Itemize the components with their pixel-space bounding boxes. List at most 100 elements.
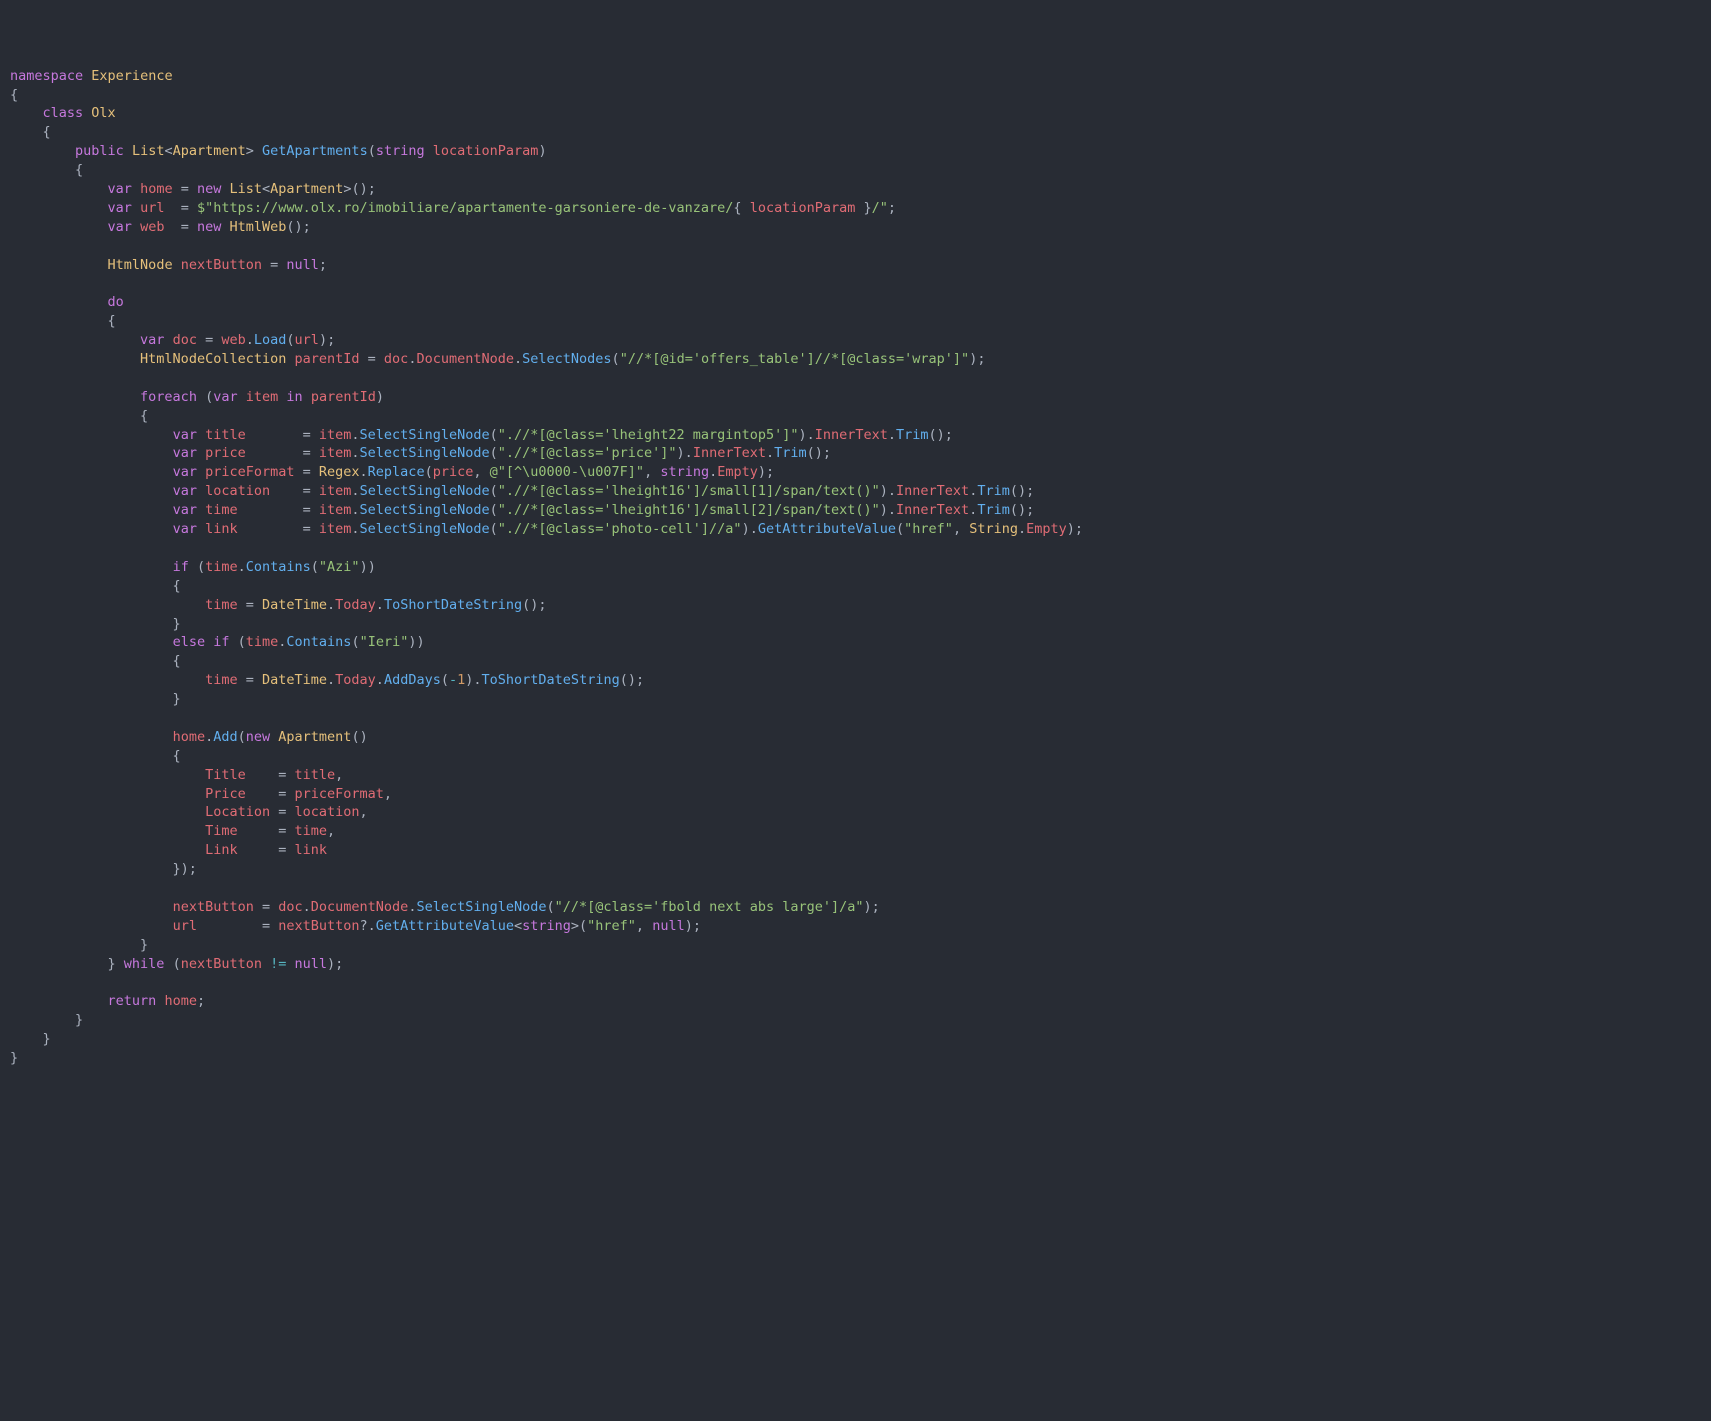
token-p: ();	[1010, 502, 1034, 518]
code-line: Title = title,	[10, 766, 1701, 785]
token-p: =	[197, 918, 278, 934]
token-p	[197, 464, 205, 480]
token-type: Apartment	[270, 181, 343, 197]
token-p: =	[246, 427, 319, 443]
token-kw: var	[108, 200, 132, 216]
token-p: {	[10, 162, 83, 178]
token-p: {	[10, 408, 148, 424]
token-p: });	[10, 861, 197, 877]
token-var: link	[295, 842, 328, 858]
token-var: link	[205, 521, 238, 537]
token-fn: SelectSingleNode	[416, 899, 546, 915]
token-p	[124, 143, 132, 159]
token-p: ,	[953, 521, 969, 537]
token-p: ,	[636, 918, 652, 934]
code-line	[10, 879, 1701, 898]
token-p: ;	[319, 257, 327, 273]
token-kw: var	[173, 464, 197, 480]
token-kw: var	[213, 389, 237, 405]
code-line: {	[10, 577, 1701, 596]
token-kw: class	[43, 105, 84, 121]
token-p: ).	[677, 445, 693, 461]
token-p	[286, 351, 294, 367]
token-fn: Contains	[246, 559, 311, 575]
token-p	[238, 389, 246, 405]
token-var: price	[205, 445, 246, 461]
token-p	[10, 483, 173, 499]
code-line: {	[10, 312, 1701, 331]
token-fn: SelectSingleNode	[360, 521, 490, 537]
token-p	[10, 767, 205, 783]
token-type: List	[230, 181, 263, 197]
token-var: doc	[278, 899, 302, 915]
token-p	[132, 219, 140, 235]
token-p	[197, 427, 205, 443]
token-p: ();	[807, 445, 831, 461]
code-line: {	[10, 161, 1701, 180]
code-line: var home = new List<Apartment>();	[10, 180, 1701, 199]
token-p: );	[864, 899, 880, 915]
code-line: var location = item.SelectSingleNode("./…	[10, 482, 1701, 501]
token-kw: if	[213, 634, 229, 650]
token-p: ))	[408, 634, 424, 650]
token-kw: var	[173, 445, 197, 461]
code-line: Price = priceFormat,	[10, 785, 1701, 804]
token-p	[262, 956, 270, 972]
token-var: InnerText	[815, 427, 888, 443]
token-str: "//*[@class='fbold next abs large']/a"	[555, 899, 864, 915]
token-p: {	[10, 313, 116, 329]
token-p	[10, 445, 173, 461]
code-line	[10, 274, 1701, 293]
code-line: }	[10, 690, 1701, 709]
token-p: =	[238, 521, 319, 537]
token-p: >();	[343, 181, 376, 197]
token-p	[10, 502, 173, 518]
token-p: ).	[880, 483, 896, 499]
token-p: (	[547, 899, 555, 915]
token-p: <	[514, 918, 522, 934]
token-p: .	[238, 559, 246, 575]
token-type: DateTime	[262, 672, 327, 688]
token-p: (	[490, 445, 498, 461]
token-p: =	[238, 842, 295, 858]
token-p: .	[376, 597, 384, 613]
token-var: priceFormat	[205, 464, 294, 480]
token-p: .	[303, 899, 311, 915]
token-p	[10, 105, 43, 121]
token-name: Olx	[91, 105, 115, 121]
token-var: time	[205, 559, 238, 575]
token-p: ();	[522, 597, 546, 613]
token-fn: Replace	[368, 464, 425, 480]
code-line: home.Add(new Apartment()	[10, 728, 1701, 747]
token-var: priceFormat	[295, 786, 384, 802]
token-p: {	[10, 87, 18, 103]
code-editor[interactable]: namespace Experience{ class Olx { public…	[10, 67, 1701, 1068]
code-line: }	[10, 1030, 1701, 1049]
token-p: =	[246, 786, 295, 802]
token-p: (	[490, 427, 498, 443]
code-line: time = DateTime.Today.ToShortDateString(…	[10, 596, 1701, 615]
token-prop: Price	[205, 786, 246, 802]
token-p: ,	[384, 786, 392, 802]
code-line: var link = item.SelectSingleNode(".//*[@…	[10, 520, 1701, 539]
token-p: (	[351, 634, 359, 650]
token-var: Today	[335, 672, 376, 688]
token-p: ;	[197, 993, 205, 1009]
token-p: =	[238, 502, 319, 518]
code-line	[10, 709, 1701, 728]
token-p: ).	[798, 427, 814, 443]
token-p: ,	[335, 767, 343, 783]
token-p	[10, 143, 75, 159]
code-line: HtmlNodeCollection parentId = doc.Docume…	[10, 350, 1701, 369]
code-line: var title = item.SelectSingleNode(".//*[…	[10, 426, 1701, 445]
token-p: ();	[929, 427, 953, 443]
token-fn: ToShortDateString	[384, 597, 522, 613]
token-p	[10, 257, 108, 273]
token-p: (	[286, 332, 294, 348]
token-p: {	[10, 124, 51, 140]
code-line	[10, 369, 1701, 388]
code-line: do	[10, 293, 1701, 312]
token-p: >	[246, 143, 262, 159]
token-str: ".//*[@class='lheight16']/small[2]/span/…	[498, 502, 880, 518]
token-p: }	[10, 1031, 51, 1047]
